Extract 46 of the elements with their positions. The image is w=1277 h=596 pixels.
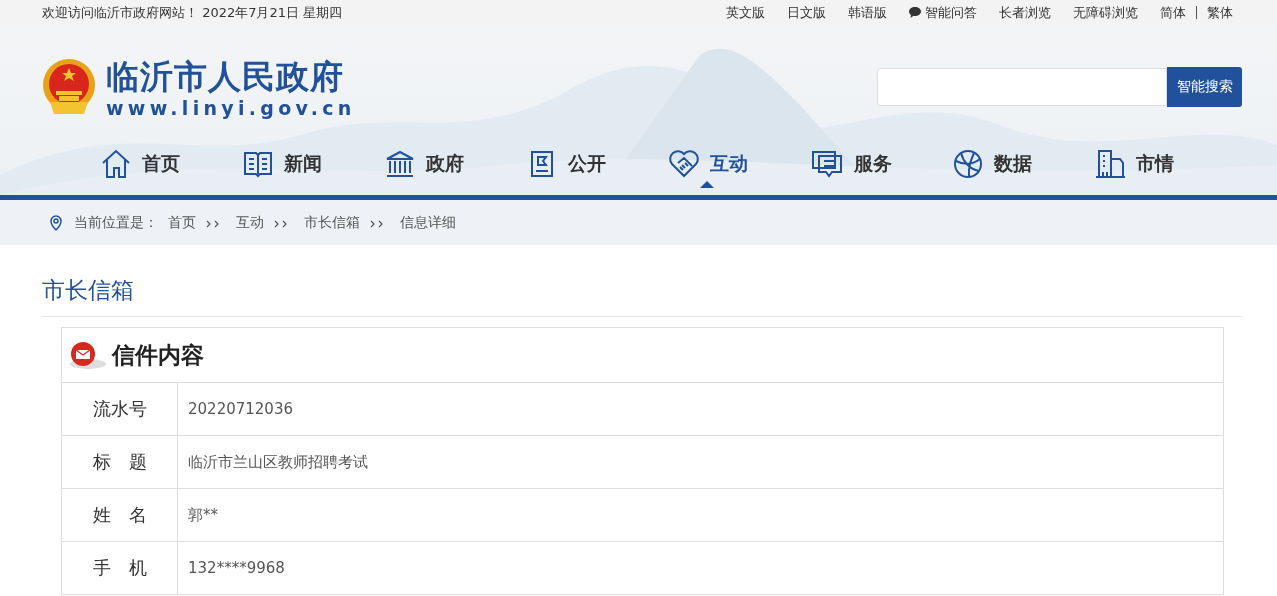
field-value: 132****9968 (187, 558, 285, 579)
nav-icon (952, 148, 984, 180)
nav-tab[interactable]: 新闻 (242, 142, 384, 186)
location-pin-icon (48, 213, 64, 232)
nav-icon (100, 148, 132, 180)
nav-tab[interactable]: 首页 (100, 142, 242, 186)
nav-tab[interactable]: 服务 (810, 142, 952, 186)
nav-icon (384, 148, 416, 180)
breadcrumb-link[interactable]: 首页 (168, 213, 196, 232)
field-label: 标 题 (62, 436, 178, 488)
nav-tab[interactable]: 互动 (668, 142, 810, 186)
top-link[interactable]: 长者浏览 (999, 3, 1051, 22)
nav-tab[interactable]: 数据 (952, 142, 1094, 186)
nav-tab[interactable]: 政府 (384, 142, 526, 186)
active-pointer (700, 181, 714, 188)
script-link[interactable]: 繁体 (1207, 3, 1233, 22)
nav-tab[interactable]: 公开 (526, 142, 668, 186)
welcome-text: 欢迎访问临沂市政府网站！ 2022年7月21日 星期四 (42, 3, 343, 22)
chat-icon (909, 7, 921, 18)
section-title: 市长信箱 (42, 275, 1243, 317)
breadcrumb-label: 当前位置是： (74, 213, 158, 232)
nav-icon (668, 148, 700, 180)
top-link[interactable]: 智能问答 (909, 3, 977, 22)
top-link[interactable]: 韩语版 (848, 3, 887, 22)
nav-icon (1094, 148, 1126, 180)
site-domain: www.linyi.gov.cn (106, 96, 356, 119)
field-label: 姓 名 (62, 489, 178, 541)
breadcrumb-link[interactable]: 市长信箱 (304, 213, 360, 232)
breadcrumb-link[interactable]: 互动 (236, 213, 264, 232)
top-link[interactable]: 英文版 (726, 3, 765, 22)
envelope-icon (68, 340, 106, 370)
field-label: 流水号 (62, 383, 178, 435)
search-button[interactable]: 智能搜索 (1167, 67, 1242, 107)
field-value: 郭** (187, 504, 218, 526)
site-name: 临沂市人民政府 (106, 56, 345, 97)
breadcrumb-link[interactable]: 信息详细 (400, 213, 456, 232)
nav-tab[interactable]: 市情 (1094, 142, 1236, 186)
script-link[interactable]: 简体 (1160, 3, 1186, 22)
top-link[interactable]: 无障碍浏览 (1073, 3, 1138, 22)
field-value: 临沂市兰山区教师招聘考试 (187, 451, 368, 473)
search-field[interactable] (877, 68, 1167, 106)
field-value: 20220712036 (187, 399, 293, 420)
letter-title: 信件内容 (112, 340, 204, 370)
field-label: 手 机 (62, 542, 178, 594)
top-link[interactable]: 日文版 (787, 3, 826, 22)
nav-icon (810, 148, 844, 180)
